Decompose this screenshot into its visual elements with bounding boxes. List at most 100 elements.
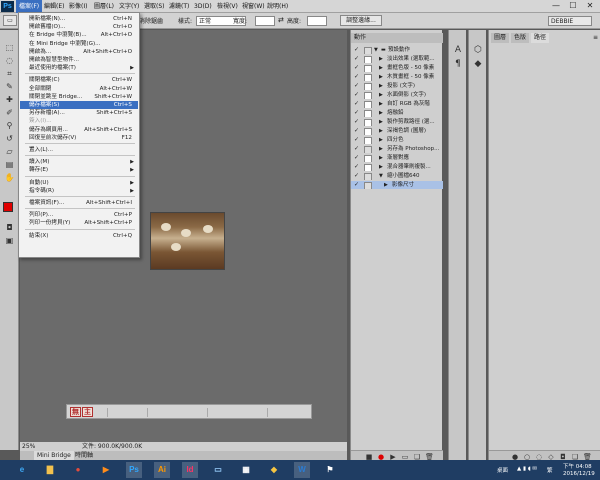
dialog-toggle[interactable]: [364, 47, 372, 54]
expand-icon[interactable]: ▶: [379, 109, 383, 117]
document-image[interactable]: [150, 212, 225, 270]
check-icon[interactable]: ✓: [354, 173, 360, 179]
file-menu-item[interactable]: 讀入(M) ▶: [20, 158, 138, 166]
menu-5[interactable]: 選取(S): [141, 0, 168, 13]
eyedropper-tool-icon[interactable]: ✎: [2, 81, 17, 92]
history-brush-icon[interactable]: ↺: [2, 133, 17, 144]
tab-mini-bridge[interactable]: Mini Bridge: [34, 451, 74, 460]
expand-icon[interactable]: ▶: [379, 163, 383, 171]
expand-icon[interactable]: ▶: [379, 118, 383, 126]
expand-icon[interactable]: ▶: [379, 55, 383, 63]
expand-icon[interactable]: ▶: [379, 136, 383, 144]
tray-icons[interactable]: ▲ ▮ ◖ ✉: [517, 466, 537, 472]
file-menu-item[interactable]: 自動(U) ▶: [20, 179, 138, 187]
check-icon[interactable]: ✓: [354, 128, 360, 134]
check-icon[interactable]: ✓: [354, 155, 360, 161]
foreground-color-swatch[interactable]: [3, 202, 13, 212]
actions-panel-tab[interactable]: 動作: [351, 33, 443, 43]
file-menu-item[interactable]: 轉存(E) ▶: [20, 166, 138, 174]
action-row[interactable]: ✓ ▶ 四分色: [351, 136, 443, 144]
dialog-toggle[interactable]: [364, 83, 372, 90]
illustrator-icon[interactable]: Ai: [154, 462, 170, 478]
quick-mask-icon[interactable]: ◘: [2, 222, 17, 233]
menu-7[interactable]: 3D(D): [191, 0, 215, 13]
dialog-toggle[interactable]: [364, 65, 372, 72]
maximize-button[interactable]: ☐: [565, 0, 581, 12]
file-menu-item[interactable]: 開啟舊檔(O)... Ctrl+O: [20, 23, 138, 31]
ie-icon[interactable]: e: [14, 462, 30, 478]
screen-icon[interactable]: ▭: [210, 462, 226, 478]
eraser-tool-icon[interactable]: ▱: [2, 146, 17, 157]
action-row[interactable]: ✓ ▶ 影像尺寸: [351, 181, 443, 189]
expand-icon[interactable]: ▶: [379, 91, 383, 99]
action-row[interactable]: ✓ ▶ 漸層對應: [351, 154, 443, 162]
file-menu-item[interactable]: 開啟為智慧型物件...: [20, 56, 138, 64]
tab-paths[interactable]: 路徑: [531, 33, 550, 43]
dialog-toggle[interactable]: [364, 56, 372, 63]
file-menu-item[interactable]: 在 Bridge 中瀏覽(B)... Alt+Ctrl+O: [20, 31, 138, 39]
file-menu-item[interactable]: 簽入(I)...: [20, 117, 138, 125]
action-row[interactable]: ✓ ▶ 深褐色調 (圖層): [351, 127, 443, 135]
file-menu-item[interactable]: 結束(X) Ctrl+Q: [20, 232, 138, 240]
file-menu-item[interactable]: 開啟為... Alt+Shift+Ctrl+O: [20, 48, 138, 56]
check-icon[interactable]: ✓: [354, 65, 360, 71]
file-menu-item[interactable]: 指令碼(R) ▶: [20, 187, 138, 195]
tab-channels[interactable]: 色版: [511, 33, 530, 43]
file-menu-item[interactable]: 儲存為網頁用... Alt+Shift+Ctrl+S: [20, 126, 138, 134]
expand-icon[interactable]: ▼: [379, 172, 383, 180]
refine-edge-button[interactable]: 調整邊緣...: [340, 15, 382, 26]
clock-time[interactable]: 下午 04:08: [563, 462, 592, 470]
menu-8[interactable]: 檢視(V): [214, 0, 241, 13]
expand-icon[interactable]: ▶: [379, 100, 383, 108]
dialog-toggle[interactable]: [364, 155, 372, 162]
action-row[interactable]: ✓ ▶ 製作剪裁路徑 (選...: [351, 118, 443, 126]
check-icon[interactable]: ✓: [354, 164, 360, 170]
windows-icon[interactable]: ▦: [238, 462, 254, 478]
check-icon[interactable]: ✓: [354, 47, 360, 53]
file-menu-item[interactable]: 列印(P)... Ctrl+P: [20, 211, 138, 219]
check-icon[interactable]: ✓: [354, 56, 360, 62]
brush-tool-icon[interactable]: ✐: [2, 107, 17, 118]
expand-icon[interactable]: ▶: [379, 127, 383, 135]
expand-icon[interactable]: ▶: [379, 154, 383, 162]
file-menu-item[interactable]: 關閉並跳至 Bridge... Shift+Ctrl+W: [20, 93, 138, 101]
check-icon[interactable]: ✓: [354, 137, 360, 143]
dialog-toggle[interactable]: [364, 110, 372, 117]
character-panel-icon[interactable]: A: [452, 44, 464, 56]
expand-icon[interactable]: ▶: [379, 64, 383, 72]
dialog-toggle[interactable]: [364, 137, 372, 144]
action-row[interactable]: ✓ ▶ 木質畫框 - 50 像素: [351, 73, 443, 81]
dialog-toggle[interactable]: [364, 128, 372, 135]
close-button[interactable]: ✕: [582, 0, 598, 12]
paragraph-panel-icon[interactable]: ¶: [452, 58, 464, 70]
action-row[interactable]: ✓ ▶ 投影 (文字): [351, 82, 443, 90]
dialog-toggle[interactable]: [364, 119, 372, 126]
check-icon[interactable]: ✓: [354, 74, 360, 80]
width-field[interactable]: [255, 16, 275, 26]
file-menu-item[interactable]: 回復至前次儲存(V) F12: [20, 134, 138, 142]
expand-icon[interactable]: ▼: [374, 46, 378, 54]
check-icon[interactable]: ✓: [354, 83, 360, 89]
menu-6[interactable]: 濾鏡(T): [166, 0, 192, 13]
menu-10[interactable]: 說明(H): [264, 0, 291, 13]
file-menu-item[interactable]: 開新檔案(N)... Ctrl+N: [20, 15, 138, 23]
history-panel-icon[interactable]: ⬡: [472, 44, 484, 56]
screen-mode-icon[interactable]: ▣: [2, 235, 17, 246]
file-menu-item[interactable]: 全部關閉 Alt+Ctrl+W: [20, 85, 138, 93]
marquee-tool-icon[interactable]: ⬚: [2, 42, 17, 53]
desktop-label[interactable]: 桌面: [497, 466, 508, 474]
ime-indicator[interactable]: 繁: [547, 466, 553, 474]
check-icon[interactable]: ✓: [354, 110, 360, 116]
file-menu-item[interactable]: 最近使用的檔案(T) ▶: [20, 64, 138, 72]
swap-icon[interactable]: ⇄: [278, 16, 284, 24]
file-menu-item[interactable]: 在 Mini Bridge 中瀏覽(G)...: [20, 40, 138, 48]
file-menu-item[interactable]: 關閉檔案(C) Ctrl+W: [20, 76, 138, 84]
expand-icon[interactable]: ▶: [379, 145, 383, 153]
dialog-toggle[interactable]: [364, 164, 372, 171]
action-row[interactable]: ✓ ▼ 縮小圖檔640: [351, 172, 443, 180]
check-icon[interactable]: ✓: [354, 119, 360, 125]
paint-icon[interactable]: ◆: [266, 462, 282, 478]
file-menu-item[interactable]: 儲存檔案(S) Ctrl+S: [20, 101, 138, 109]
media-icon[interactable]: ▶: [98, 462, 114, 478]
crop-tool-icon[interactable]: ⌗: [2, 68, 17, 79]
